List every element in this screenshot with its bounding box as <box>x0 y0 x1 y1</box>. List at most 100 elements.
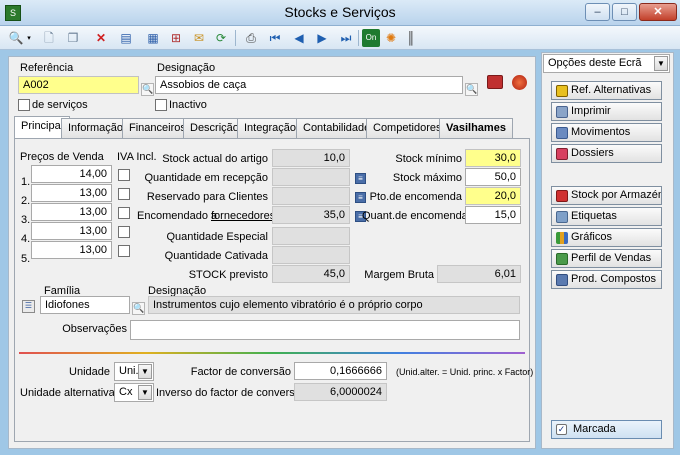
search-icon[interactable]: 🔍 <box>7 29 25 47</box>
familia-designacao-field: Instrumentos cujo elemento vibratório é … <box>148 296 520 314</box>
inactivo-label: Inactivo <box>169 99 207 111</box>
new-document-icon[interactable]: 🗋 <box>40 29 58 47</box>
quantidade-especial-field <box>272 227 350 245</box>
title-bar: S Stocks e Serviços – □ ✕ <box>0 0 680 26</box>
tab-informacao[interactable]: Informação <box>61 118 131 138</box>
close-button[interactable]: ✕ <box>639 3 677 21</box>
tab-vasilhames[interactable]: Vasilhames <box>439 118 513 138</box>
price-1-field[interactable]: 14,00 <box>31 165 112 183</box>
fornecedores-link[interactable]: fornecedores <box>211 210 275 222</box>
opcoes-ecra-value: Opções deste Ecrã <box>548 57 642 69</box>
quantidade-recepcao-field <box>272 168 350 186</box>
inactivo-checkbox[interactable] <box>155 99 167 111</box>
price-5-field[interactable]: 13,00 <box>31 241 112 259</box>
no-image-icon[interactable] <box>512 75 527 90</box>
familia-list-icon[interactable]: ☰ <box>22 300 35 313</box>
ref-alternativas-button[interactable]: Ref. Alternativas <box>551 81 662 100</box>
stock-armazem-button[interactable]: Stock por Armazém <box>551 186 662 205</box>
dropdown-arrow-icon[interactable]: ▾ <box>24 29 34 47</box>
unidade-alternativa-label: Unidade alternativa <box>20 387 115 399</box>
quantidade-especial-label: Quantidade Especial <box>166 231 268 243</box>
designacao-lookup-icon[interactable]: 🔍 <box>465 83 478 96</box>
iva-5-checkbox[interactable] <box>118 245 130 257</box>
movimentos-label: Movimentos <box>571 126 631 138</box>
prod-compostos-label: Prod. Compostos <box>571 273 656 285</box>
tab-competidores[interactable]: Competidores <box>366 118 449 138</box>
toolbar: 🔍 ▾ 🗋 ❐ ✕ ▤ ▦ ⊞ ✉ ⟳ ⎙ ⏮ ◀ ▶ ⏭ On ✺ ║ <box>0 26 680 50</box>
sales-profile-icon <box>556 253 568 265</box>
perfil-vendas-label: Perfil de Vendas <box>571 252 652 264</box>
price-3-field[interactable]: 13,00 <box>31 203 112 221</box>
refresh-icon[interactable]: ⟳ <box>212 29 230 47</box>
email-icon[interactable]: ✉ <box>190 29 208 47</box>
image-icon[interactable] <box>487 75 503 89</box>
observacoes-field[interactable] <box>130 320 520 340</box>
price-2-field[interactable]: 13,00 <box>31 184 112 202</box>
marcada-toggle[interactable]: ✓ Marcada <box>551 420 662 439</box>
chevron-down-icon[interactable]: ▼ <box>138 385 152 400</box>
stock-minimo-field[interactable]: 30,0 <box>465 149 521 167</box>
observacoes-label: Observações <box>62 323 127 335</box>
chevron-down-icon[interactable]: ▼ <box>654 56 668 71</box>
movements-icon <box>556 127 568 139</box>
quant-encomenda-field[interactable]: 15,0 <box>465 206 521 224</box>
print-preview-icon[interactable]: ⎙ <box>242 29 260 47</box>
etiquetas-button[interactable]: Etiquetas <box>551 207 662 226</box>
quant-encomenda-label: Quant.de encomenda <box>362 210 468 222</box>
stock-maximo-field[interactable]: 50,0 <box>465 168 521 186</box>
price-4-field[interactable]: 13,00 <box>31 222 112 240</box>
printer-icon <box>556 106 568 118</box>
color-wheel-icon[interactable]: ✺ <box>382 29 400 47</box>
familia-field[interactable]: Idiofones <box>40 296 130 314</box>
referencia-field[interactable]: A002 <box>18 76 139 94</box>
factor-conversao-field[interactable]: 0,1666666 <box>294 362 387 380</box>
prod-compostos-button[interactable]: Prod. Compostos <box>551 270 662 289</box>
opcoes-ecra-select[interactable]: Opções deste Ecrã ▼ <box>543 54 670 73</box>
unidade-alternativa-select[interactable]: Cx ▼ <box>114 383 154 402</box>
dossiers-button[interactable]: Dossiers <box>551 144 662 163</box>
graficos-button[interactable]: Gráficos <box>551 228 662 247</box>
tab-integracao[interactable]: Integração <box>237 118 303 138</box>
iva-1-checkbox[interactable] <box>118 169 130 181</box>
stock-armazem-label: Stock por Armazém <box>571 189 662 201</box>
designacao-field[interactable]: Assobios de caça <box>155 76 463 94</box>
first-record-icon[interactable]: ⏮ <box>266 29 284 47</box>
next-record-icon[interactable]: ▶ <box>313 29 331 47</box>
referencia-lookup-icon[interactable]: 🔍 <box>141 83 154 96</box>
movimentos-button[interactable]: Movimentos <box>551 123 662 142</box>
unidade-alternativa-value: Cx <box>119 386 133 398</box>
de-servicos-label: de serviços <box>32 99 88 111</box>
previous-record-icon[interactable]: ◀ <box>290 29 308 47</box>
maximize-button[interactable]: □ <box>612 3 637 21</box>
iva-4-checkbox[interactable] <box>118 226 130 238</box>
encomendado-field: 35,0 <box>272 206 350 224</box>
copy-icon[interactable]: ❐ <box>64 29 82 47</box>
unidade-select[interactable]: Uni. ▼ <box>114 362 154 381</box>
delete-icon[interactable]: ✕ <box>92 29 110 47</box>
familia-lookup-icon[interactable]: 🔍 <box>132 302 145 315</box>
minimize-button[interactable]: – <box>585 3 610 21</box>
pto-encomenda-field[interactable]: 20,0 <box>465 187 521 205</box>
toolbar-separator <box>358 30 359 46</box>
imprimir-button[interactable]: Imprimir <box>551 102 662 121</box>
barcode-icon[interactable]: ║ <box>402 29 420 47</box>
de-servicos-checkbox[interactable] <box>18 99 30 111</box>
stock-actual-label: Stock actual do artigo <box>162 153 268 165</box>
properties-icon[interactable]: ▤ <box>117 29 135 47</box>
chevron-down-icon[interactable]: ▼ <box>138 364 152 379</box>
toggle-icon[interactable]: On <box>362 29 380 47</box>
composite-product-icon <box>556 274 568 286</box>
margem-bruta-label: Margem Bruta <box>364 269 434 281</box>
grid-icon[interactable]: ▦ <box>144 29 162 47</box>
quantidade-cativada-field <box>272 246 350 264</box>
toolbar-separator <box>235 30 236 46</box>
factor-conversao-label: Factor de conversão <box>190 366 291 378</box>
iva-2-checkbox[interactable] <box>118 188 130 200</box>
iva-3-checkbox[interactable] <box>118 207 130 219</box>
stock-previsto-label: STOCK previsto <box>188 269 268 281</box>
hierarchy-icon[interactable]: ⊞ <box>167 29 185 47</box>
etiquetas-label: Etiquetas <box>571 210 617 222</box>
last-record-icon[interactable]: ⏭ <box>337 29 355 47</box>
quantidade-recepcao-label: Quantidade em recepção <box>144 172 268 184</box>
perfil-vendas-button[interactable]: Perfil de Vendas <box>551 249 662 268</box>
